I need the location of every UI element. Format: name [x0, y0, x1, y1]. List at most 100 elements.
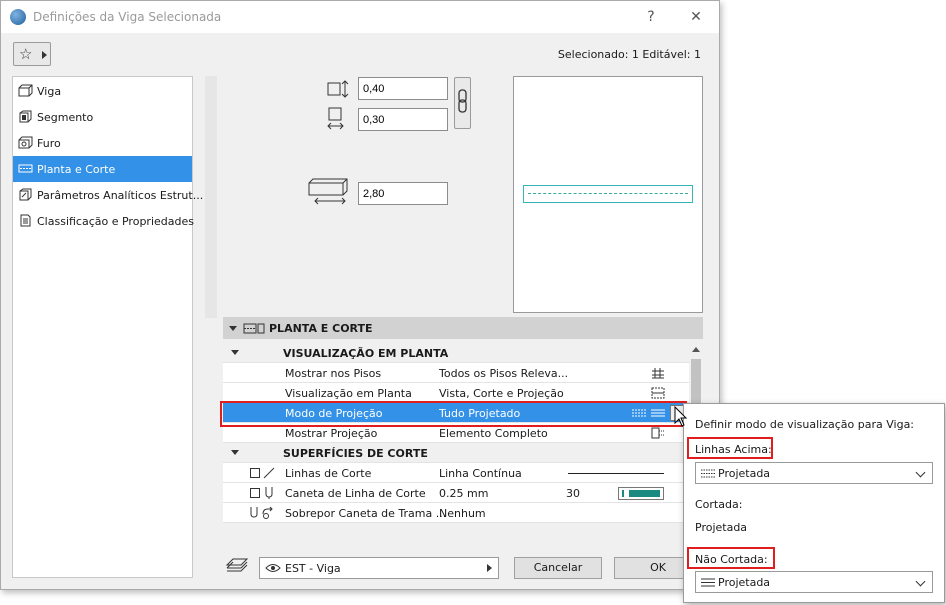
override-pen-icon — [250, 506, 273, 519]
panel-header[interactable]: PLANTA E CORTE — [223, 317, 703, 339]
row-show-on-stories[interactable]: Mostrar nos Pisos Todos os Pisos Releva.… — [223, 363, 689, 383]
preview-window — [513, 76, 703, 313]
row-label: Linhas de Corte — [285, 467, 372, 480]
sidebar-item-furo[interactable]: Furo — [13, 130, 192, 156]
link-toggle-button[interactable] — [454, 77, 471, 129]
beam-icon — [18, 84, 33, 97]
row-value: Todos os Pisos Releva... — [439, 367, 569, 380]
row-override-fill-pen[interactable]: Sobrepor Caneta de Trama ... Nenhum — [223, 503, 689, 523]
cancel-button[interactable]: Cancelar — [514, 557, 602, 579]
help-button[interactable]: ? — [641, 7, 661, 27]
cut-label: Cortada: — [695, 498, 743, 511]
sidebar-item-segmento[interactable]: Segmento — [13, 104, 192, 130]
plan-section-icon — [18, 164, 33, 173]
sidebar-item-label: Parâmetros Analíticos Estrut... — [37, 189, 204, 202]
scroll-track[interactable] — [205, 76, 217, 318]
plan-display-icon — [651, 387, 665, 399]
width-field[interactable] — [358, 77, 448, 100]
dialog-footer: EST - Viga Cancelar OK — [205, 549, 715, 585]
row-plan-display[interactable]: Visualização em Planta Vista, Corte e Pr… — [223, 383, 689, 403]
archicad-icon — [10, 9, 26, 25]
layer-name: EST - Viga — [285, 562, 341, 575]
hole-icon — [18, 136, 33, 149]
pen-number: 30 — [566, 487, 580, 500]
title-bar: Definições da Viga Selecionada ? ✕ — [1, 1, 719, 33]
group-plan-display[interactable]: VISUALIZAÇÃO EM PLANTA — [223, 343, 689, 363]
highlight-lines-above — [687, 437, 773, 459]
row-value: Linha Contínua — [439, 467, 522, 480]
star-icon: ☆ — [19, 45, 33, 63]
structural-analytics-icon — [19, 188, 32, 201]
sidebar-item-analiticos[interactable]: Parâmetros Analíticos Estrut... — [13, 182, 203, 208]
display-mode-popup: Definir modo de visualização para Viga: … — [683, 403, 945, 603]
sidebar-item-planta-corte[interactable]: Planta e Corte — [13, 156, 192, 182]
sidebar-item-label: Segmento — [37, 111, 94, 124]
window-title: Definições da Viga Selecionada — [33, 10, 222, 24]
lines-above-select[interactable]: Projetada — [695, 462, 933, 484]
uncut-select[interactable]: Projetada — [695, 571, 933, 593]
row-label: Mostrar nos Pisos — [285, 367, 382, 380]
group-label: SUPERFÍCIES DE CORTE — [283, 447, 428, 460]
selection-info: Selecionado: 1 Editável: 1 — [557, 48, 701, 61]
row-cut-line-pen[interactable]: Caneta de Linha de Corte 0.25 mm 30 — [223, 483, 689, 503]
row-value: Nenhum — [439, 507, 486, 520]
row-label: Visualização em Planta — [285, 387, 412, 400]
beam-preview — [523, 185, 693, 203]
collapse-icon — [231, 350, 239, 355]
beam-elevation-icon — [308, 178, 348, 205]
panel-title: PLANTA E CORTE — [269, 322, 373, 335]
pen-color-swatch[interactable] — [618, 487, 664, 500]
line-type-preview — [568, 473, 664, 474]
sidebar-item-label: Viga — [37, 85, 62, 98]
plan-section-icon — [243, 323, 265, 334]
row-label: Caneta de Linha de Corte — [285, 487, 426, 500]
row-value: 0.25 mm — [439, 487, 489, 500]
layer-select[interactable]: EST - Viga — [259, 557, 499, 579]
layers-icon — [225, 558, 249, 572]
highlight-uncut — [687, 547, 775, 569]
close-button[interactable]: ✕ — [686, 7, 706, 27]
checkbox[interactable] — [250, 468, 260, 478]
settings-dialog: Definições da Viga Selecionada ? ✕ ☆ Sel… — [0, 0, 720, 590]
sidebar-item-label: Planta e Corte — [37, 163, 116, 176]
collapse-icon — [229, 326, 237, 331]
collapse-icon — [231, 450, 239, 455]
lines-above-value: Projetada — [718, 467, 771, 480]
sidebar-item-classificacao[interactable]: Classificação e Propriedades — [13, 208, 194, 234]
checkbox[interactable] — [250, 488, 260, 498]
favorites-button[interactable]: ☆ — [13, 42, 51, 66]
row-value: Elemento Completo — [439, 427, 548, 440]
group-cut-surfaces[interactable]: SUPERFÍCIES DE CORTE — [223, 443, 689, 463]
settings-sidebar: Viga Segmento Furo Planta e Corte Parâme… — [12, 76, 203, 578]
stories-icon — [652, 368, 664, 379]
chain-link-icon — [458, 89, 467, 113]
chevron-down-icon — [915, 467, 926, 478]
popup-heading: Definir modo de visualização para Viga: — [695, 418, 915, 431]
cursor-icon — [674, 406, 688, 427]
scroll-up-icon[interactable] — [692, 347, 700, 352]
height-field[interactable] — [358, 108, 448, 131]
highlight-projection-mode — [220, 401, 687, 427]
row-label: Sobrepor Caneta de Trama ... — [285, 507, 447, 520]
sidebar-item-label: Classificação e Propriedades — [37, 215, 194, 228]
segment-icon — [19, 110, 32, 123]
arrow-right-icon — [42, 51, 47, 59]
dashed-projection-icon — [701, 469, 715, 478]
height-icon — [327, 107, 344, 130]
uncut-value: Projetada — [718, 576, 771, 589]
elevation-field[interactable] — [358, 182, 448, 205]
row-cut-lines[interactable]: Linhas de Corte Linha Contínua — [223, 463, 689, 483]
row-label: Mostrar Projeção — [285, 427, 378, 440]
width-icon — [327, 80, 349, 98]
group-label: VISUALIZAÇÃO EM PLANTA — [283, 347, 449, 360]
eye-icon — [265, 564, 281, 572]
show-projection-icon — [651, 427, 664, 439]
line-icon — [263, 467, 275, 479]
solid-projection-icon — [701, 578, 715, 587]
document-icon — [20, 214, 31, 227]
pen-icon — [265, 487, 273, 499]
chevron-down-icon — [915, 576, 926, 587]
cut-value: Projetada — [695, 521, 748, 534]
sidebar-item-viga[interactable]: Viga — [13, 78, 192, 104]
arrow-right-icon — [487, 564, 492, 572]
